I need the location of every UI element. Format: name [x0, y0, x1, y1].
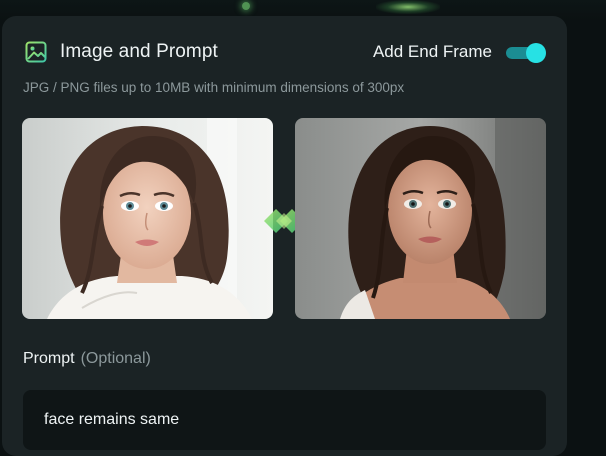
start-frame-image[interactable] [22, 118, 273, 319]
prompt-input[interactable]: face remains same [23, 390, 546, 450]
end-frame-control: Add End Frame [372, 42, 546, 63]
prompt-input-value: face remains same [44, 411, 180, 428]
card-title: Image and Prompt [60, 41, 218, 62]
image-icon [25, 41, 47, 63]
toggle-knob [526, 43, 546, 63]
background-glow-dot [242, 2, 250, 10]
end-frame-toggle[interactable] [506, 43, 546, 63]
card-header: Image and Prompt [24, 40, 218, 64]
prompt-optional-label: (Optional) [80, 350, 151, 367]
file-requirements-hint: JPG / PNG files up to 10MB with minimum … [23, 80, 405, 95]
prompt-label-text: Prompt [23, 350, 75, 367]
background-glow [376, 0, 440, 14]
end-frame-label: Add End Frame [372, 42, 492, 61]
end-frame-image[interactable] [295, 118, 546, 319]
prompt-label: Prompt (Optional) [23, 350, 151, 368]
